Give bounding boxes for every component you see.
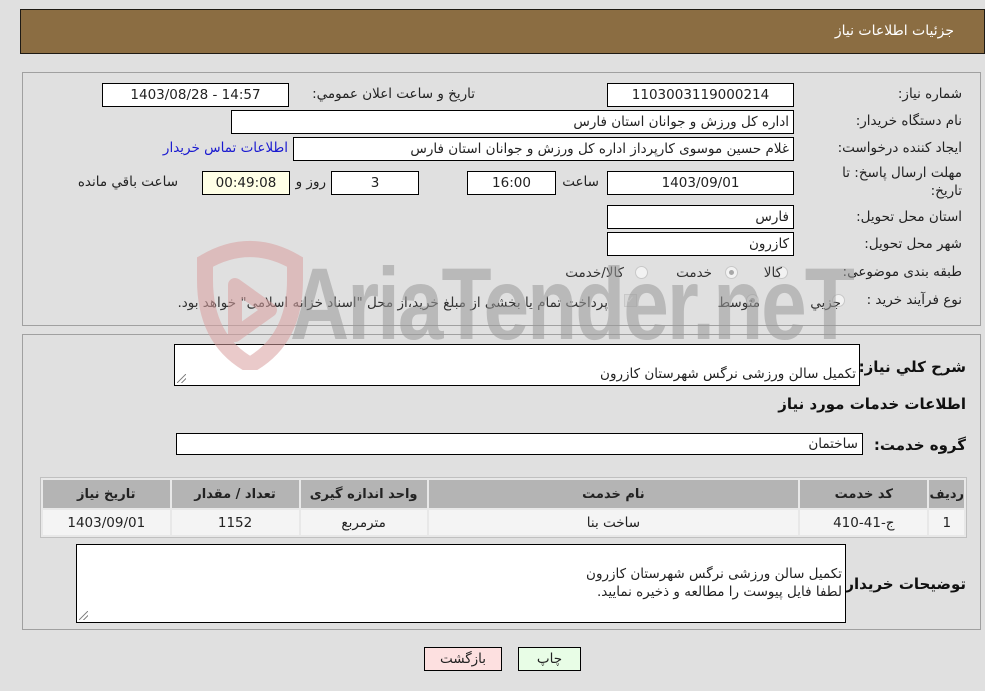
cell-unit: مترمربع — [300, 510, 427, 535]
buyer-notes-textarea[interactable]: تکميل سالن ورزشی نرگس شهرستان کازرون لطف… — [76, 544, 846, 623]
summary-textarea[interactable]: تکميل سالن ورزشی نرگس شهرستان کازرون — [174, 344, 860, 386]
deadline-label-line2: تاريخ: — [930, 183, 962, 199]
summary-label: شرح کلي نياز: — [858, 358, 966, 376]
deadline-time-field: 16:00 — [467, 171, 556, 195]
page-title: جزئيات اطلاعات نياز — [834, 23, 954, 39]
col-row-number: رديف — [929, 480, 964, 508]
col-need-date: تاريخ نياز — [43, 480, 170, 508]
table-header-row: رديف کد خدمت نام خدمت واحد اندازه گيری ت… — [43, 480, 964, 508]
services-table: رديف کد خدمت نام خدمت واحد اندازه گيری ت… — [40, 477, 967, 538]
city-label: شهر محل تحويل: — [864, 236, 962, 252]
city-field: کازرون — [607, 232, 794, 256]
col-service-name: نام خدمت — [428, 480, 799, 508]
buyer-contact-link[interactable]: اطلاعات تماس خريدار — [163, 140, 288, 156]
cell-service-name: ساخت بنا — [428, 510, 799, 535]
col-service-code: کد خدمت — [800, 480, 928, 508]
deadline-date-field: 1403/09/01 — [607, 171, 794, 195]
purchase-option-minor: جزيي — [810, 295, 841, 311]
days-label: روز و — [295, 174, 326, 190]
cell-service-code: ج-41-410 — [800, 510, 928, 535]
buyer-org-label: نام دستگاه خريدار: — [855, 113, 962, 129]
deadline-time-label: ساعت — [562, 174, 599, 190]
treasury-payment-checkbox[interactable]: ✓ — [624, 294, 637, 307]
purchase-option-medium: متوسط — [717, 295, 760, 311]
requester-label: ايجاد کننده درخواست: — [837, 140, 962, 156]
table-row: 1 ج-41-410 ساخت بنا مترمربع 1152 1403/09… — [43, 510, 964, 535]
buyer-notes-label: توضيحات خريدار: — [839, 575, 966, 593]
cell-quantity: 1152 — [171, 510, 299, 535]
need-number-field: 1103003119000214 — [607, 83, 794, 107]
province-field: فارس — [607, 205, 794, 229]
announce-label: تاريخ و ساعت اعلان عمومي: — [312, 86, 475, 102]
category-radio-goods-service[interactable] — [635, 266, 648, 279]
services-heading: اطلاعات خدمات مورد نياز — [778, 395, 966, 413]
col-quantity: تعداد / مقدار — [171, 480, 299, 508]
category-option-goods-service: کالا/خدمت — [565, 265, 624, 281]
remaining-time-label: ساعت باقي مانده — [77, 174, 178, 190]
category-option-goods: کالا — [763, 265, 782, 281]
treasury-payment-note: پرداخت تمام يا بخشی از مبلغ خريد،از محل … — [177, 295, 608, 311]
buyer-org-field: اداره کل ورزش و جوانان استان فارس — [231, 110, 794, 134]
summary-text: تکميل سالن ورزشی نرگس شهرستان کازرون — [600, 366, 856, 382]
buyer-notes-text: تکميل سالن ورزشی نرگس شهرستان کازرون لطف… — [586, 566, 842, 600]
back-button[interactable]: بازگشت — [424, 647, 502, 671]
resize-grip-icon[interactable] — [79, 611, 88, 620]
resize-grip-icon[interactable] — [177, 374, 186, 383]
service-group-field: ساختمان — [176, 433, 863, 455]
deadline-label-line1: مهلت ارسال پاسخ: تا — [842, 165, 962, 181]
requester-field: غلام حسين موسوی کارپرداز اداره کل ورزش و… — [293, 137, 794, 161]
category-label: طبقه بندی موضوعی: — [842, 264, 962, 280]
province-label: استان محل تحويل: — [856, 209, 962, 225]
page-header: جزئيات اطلاعات نياز — [20, 9, 985, 54]
category-radio-service[interactable] — [725, 266, 738, 279]
cell-need-date: 1403/09/01 — [43, 510, 170, 535]
announce-field: 1403/08/28 - 14:57 — [102, 83, 289, 107]
need-info-panel: شماره نياز: 1103003119000214 تاريخ و ساع… — [22, 72, 981, 326]
days-field: 3 — [331, 171, 419, 195]
service-group-label: گروه خدمت: — [873, 436, 966, 454]
print-button[interactable]: چاپ — [518, 647, 581, 671]
purchase-type-label: نوع فرآيند خريد : — [866, 292, 962, 308]
remaining-time-field: 00:49:08 — [202, 171, 290, 195]
category-option-service: خدمت — [676, 265, 712, 281]
need-number-label: شماره نياز: — [897, 86, 962, 102]
cell-row-number: 1 — [929, 510, 964, 535]
col-unit: واحد اندازه گيری — [300, 480, 427, 508]
need-details-panel: شرح کلي نياز: تکميل سالن ورزشی نرگس شهرس… — [22, 334, 981, 630]
